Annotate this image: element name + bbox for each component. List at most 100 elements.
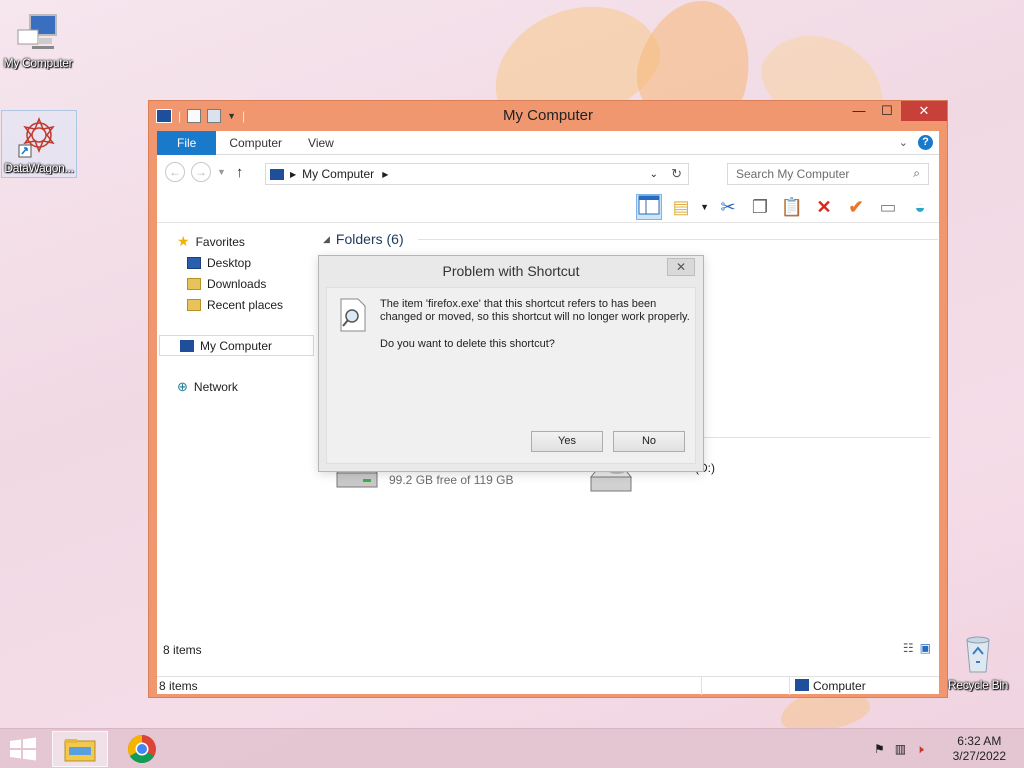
desktop-icon-datawagon[interactable]: DataWagon... bbox=[1, 110, 77, 178]
separator: | bbox=[242, 109, 246, 123]
network-tray-icon[interactable]: ▥ bbox=[895, 742, 906, 757]
dialog-close-button[interactable]: ✕ bbox=[667, 258, 695, 276]
delete-icon[interactable]: ✕ bbox=[811, 194, 837, 220]
chevron-down-icon[interactable]: ▼ bbox=[700, 202, 709, 212]
item-count-bottom: 8 items bbox=[159, 679, 198, 693]
details-view-icon[interactable]: ☷ bbox=[903, 641, 914, 655]
expand-ribbon-icon[interactable]: ⌄ bbox=[899, 136, 908, 149]
group-header-folders[interactable]: ◢ Folders (6) bbox=[323, 231, 938, 247]
dialog-message: The item 'firefox.exe' that this shortcu… bbox=[380, 298, 690, 323]
search-icon[interactable]: ⌕ bbox=[913, 166, 920, 181]
checkmark-icon[interactable]: ✔ bbox=[843, 194, 869, 220]
search-input[interactable]: Search My Computer ⌕ bbox=[727, 163, 929, 185]
clock[interactable]: 6:32 AM 3/27/2022 bbox=[953, 734, 1006, 764]
datawagon-shortcut-icon bbox=[17, 115, 61, 159]
yes-button[interactable]: Yes bbox=[531, 431, 603, 452]
dialog-body: The item 'firefox.exe' that this shortcu… bbox=[326, 287, 696, 464]
ribbon-tabs: File Computer View ⌄ ? bbox=[157, 130, 939, 155]
recycle-bin-icon bbox=[956, 632, 1000, 676]
help-icon[interactable]: ? bbox=[918, 135, 933, 150]
command-toolbar: ▤ ▼ ✂ ❐ 📋 ✕ ✔ ▭ ◒ bbox=[157, 191, 939, 223]
maximize-button[interactable]: ☐ bbox=[873, 101, 901, 121]
forward-button[interactable]: → bbox=[191, 162, 211, 182]
navigation-pane: ★ Favorites Desktop Downloads Recent pla… bbox=[157, 227, 317, 639]
nav-label: Desktop bbox=[207, 255, 252, 270]
nav-label: Downloads bbox=[207, 276, 267, 291]
chrome-icon bbox=[128, 735, 156, 763]
tab-computer[interactable]: Computer bbox=[216, 131, 295, 155]
copy-icon[interactable]: ❐ bbox=[747, 194, 773, 220]
back-button[interactable]: ← bbox=[165, 162, 185, 182]
refresh-button[interactable]: ↻ bbox=[671, 166, 682, 182]
nav-item-downloads[interactable]: Downloads bbox=[157, 273, 317, 294]
computer-small-icon bbox=[270, 168, 284, 180]
volume-muted-icon[interactable]: 🕨 bbox=[916, 742, 924, 757]
start-button[interactable] bbox=[8, 737, 38, 761]
chevron-right-icon: ▶ bbox=[290, 169, 297, 179]
separator bbox=[701, 677, 702, 695]
cut-icon[interactable]: ✂ bbox=[715, 194, 741, 220]
desktop-icon-label: DataWagon... bbox=[4, 161, 74, 175]
chevron-right-icon[interactable]: ▶ bbox=[382, 170, 388, 179]
folder-options-icon[interactable]: ▤ bbox=[668, 194, 694, 220]
nav-item-desktop[interactable]: Desktop bbox=[157, 252, 317, 273]
taskbar-chrome[interactable] bbox=[114, 731, 170, 767]
up-button[interactable]: ↑ bbox=[236, 164, 244, 181]
desktop-icon-label: Recycle Bin bbox=[947, 678, 1009, 692]
chevron-down-icon[interactable]: ▼ bbox=[227, 111, 236, 121]
tab-view[interactable]: View bbox=[295, 131, 347, 155]
separator bbox=[789, 677, 790, 695]
breadcrumb[interactable]: My Computer bbox=[302, 167, 374, 181]
minimize-button[interactable]: — bbox=[845, 101, 873, 121]
computer-icon bbox=[16, 10, 60, 54]
close-button[interactable]: ✕ bbox=[901, 101, 947, 121]
group-label: Folders (6) bbox=[335, 231, 404, 247]
properties-icon[interactable] bbox=[187, 109, 202, 123]
separator: | bbox=[178, 109, 182, 123]
nav-item-favorites[interactable]: ★ Favorites bbox=[157, 231, 317, 252]
collapse-icon[interactable]: ◢ bbox=[323, 234, 330, 245]
shell-icon[interactable]: ◒ bbox=[907, 194, 933, 220]
nav-label: My Computer bbox=[200, 338, 273, 353]
taskbar: ⚑ ▥ 🕨 6:32 AM 3/27/2022 bbox=[0, 728, 1024, 768]
dialog-title: Problem with Shortcut bbox=[442, 263, 580, 279]
clock-time: 6:32 AM bbox=[957, 734, 1002, 748]
desktop-folder-icon bbox=[187, 256, 201, 269]
star-icon: ★ bbox=[177, 233, 190, 249]
title-bar[interactable]: | ▼ | My Computer — ☐ ✕ bbox=[149, 101, 947, 131]
desktop-icon-my-computer[interactable]: My Computer bbox=[0, 6, 76, 70]
large-icons-view-icon[interactable]: ▣ bbox=[920, 641, 931, 655]
nav-item-my-computer[interactable]: My Computer bbox=[159, 335, 314, 356]
no-button[interactable]: No bbox=[613, 431, 685, 452]
downloads-folder-icon bbox=[187, 277, 201, 290]
rename-icon[interactable]: ▭ bbox=[875, 194, 901, 220]
preview-pane-button[interactable] bbox=[636, 193, 663, 220]
action-center-flag-icon[interactable]: ⚑ bbox=[874, 742, 885, 757]
details-status-bar: 8 items Computer bbox=[157, 676, 939, 695]
dialog-question: Do you want to delete this shortcut? bbox=[380, 338, 555, 350]
window-title: My Computer bbox=[502, 107, 594, 124]
status-location: Computer bbox=[813, 679, 866, 693]
address-bar[interactable]: ▶ My Computer ▶ ⌄ ↻ bbox=[265, 163, 689, 185]
nav-label: Network bbox=[193, 379, 238, 394]
computer-small-icon bbox=[156, 109, 172, 123]
item-count: 8 items bbox=[163, 643, 202, 657]
problem-with-shortcut-dialog: Problem with Shortcut ✕ The item 'firefo… bbox=[318, 255, 704, 472]
nav-label: Favorites bbox=[195, 234, 245, 249]
recent-locations-icon[interactable]: ▼ bbox=[217, 167, 226, 177]
taskbar-file-explorer[interactable] bbox=[52, 731, 108, 767]
address-dropdown-icon[interactable]: ⌄ bbox=[650, 169, 658, 180]
paste-icon[interactable]: 📋 bbox=[779, 194, 805, 220]
nav-item-recent-places[interactable]: Recent places bbox=[157, 294, 317, 315]
nav-label: Recent places bbox=[207, 297, 284, 312]
new-folder-icon[interactable] bbox=[207, 109, 222, 123]
tab-file[interactable]: File bbox=[157, 130, 217, 155]
file-explorer-icon bbox=[64, 739, 96, 762]
desktop-icon-recycle-bin[interactable]: Recycle Bin bbox=[940, 628, 1016, 692]
search-document-icon bbox=[338, 298, 368, 335]
nav-item-network[interactable]: ⊕ Network bbox=[157, 376, 317, 397]
computer-small-icon bbox=[795, 679, 809, 691]
drive-free-text: 99.2 GB free of 119 GB bbox=[389, 473, 514, 487]
recent-places-icon bbox=[187, 298, 201, 311]
desktop-icon-label: My Computer bbox=[3, 56, 73, 70]
